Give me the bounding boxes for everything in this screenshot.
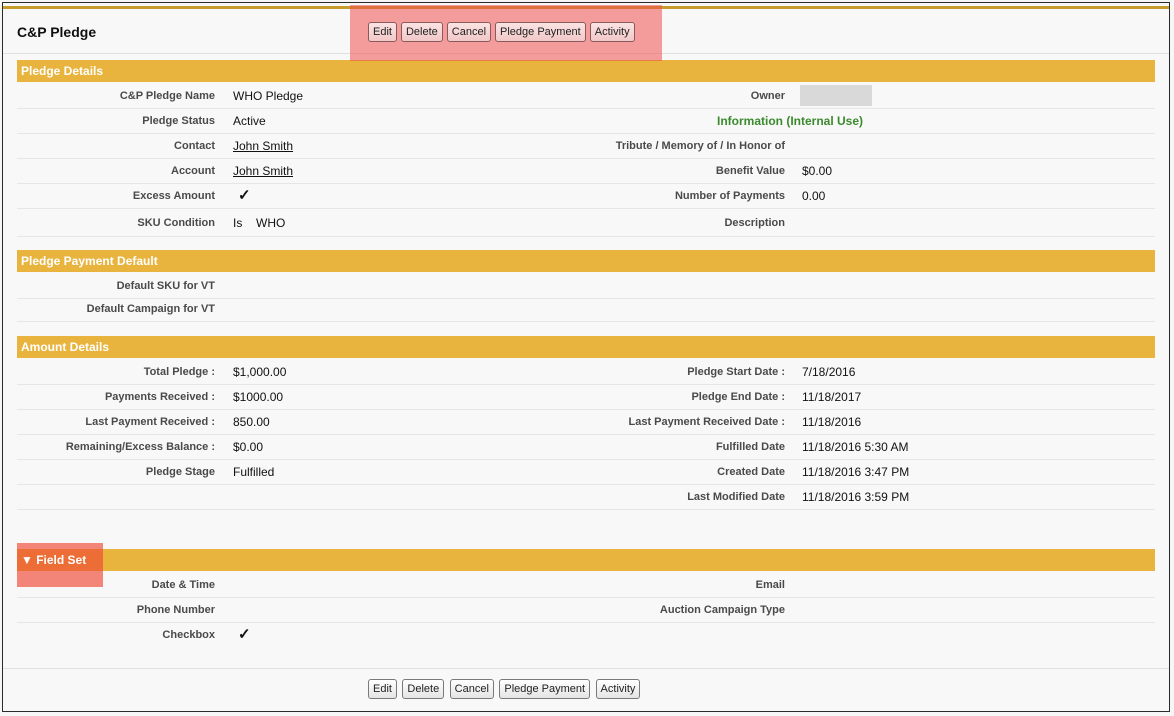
contact-link[interactable]: John Smith [233,139,293,153]
section-field-set[interactable]: ▼ Field Set [17,549,1155,571]
pledge-end-date-label: Pledge End Date : [691,391,785,403]
last-payment-date-value: 11/18/2016 [802,415,862,429]
auction-campaign-type-label: Auction Campaign Type [659,604,785,616]
pledge-stage-label: Pledge Stage [145,466,215,478]
excess-amount-label: Excess Amount [132,190,215,202]
section-amount-details: Amount Details [17,336,1155,358]
sku-condition-value: WHO [256,216,286,230]
number-of-payments-label: Number of Payments [674,190,785,202]
detail-row: Pledge Stage Fulfilled Created Date 11/1… [17,459,1155,485]
email-label: Email [755,579,785,591]
detail-row: Last Payment Received : 850.00 Last Paym… [17,409,1155,435]
delete-button[interactable]: Delete [402,679,445,699]
phone-number-label: Phone Number [136,604,215,616]
activity-button[interactable]: Activity [589,22,635,42]
check-icon: ✓ [238,626,251,643]
fulfilled-date-value: 11/18/2016 5:30 AM [802,440,909,454]
total-pledge-value: $1,000.00 [233,365,287,379]
edit-button[interactable]: Edit [368,679,397,699]
corner-text: ~ ~ ~ ~ ~ ~ [1100,0,1165,6]
pledge-stage-value: Fulfilled [233,465,275,479]
pledge-start-date-label: Pledge Start Date : [687,366,785,378]
activity-button[interactable]: Activity [595,679,641,699]
last-payment-date-label: Last Payment Received Date : [628,416,785,428]
account-link[interactable]: John Smith [233,164,293,178]
pledge-name-label: C&P Pledge Name [119,90,215,102]
benefit-value-label: Benefit Value [715,165,785,177]
detail-row: Checkbox ✓ [17,622,1155,647]
detail-row: Excess Amount ✓ Number of Payments 0.00 [17,183,1155,209]
pledge-start-date-value: 7/18/2016 [802,365,856,379]
detail-row: Contact John Smith Tribute / Memory of /… [17,133,1155,159]
detail-row: SKU Condition Is WHO Description [17,208,1155,237]
pledge-status-label: Pledge Status [142,115,215,127]
section-title: Pledge Payment Default [21,254,158,268]
created-date-value: 11/18/2016 3:47 PM [802,465,910,479]
section-title-toggle[interactable]: ▼ Field Set [21,553,86,567]
detail-row: Default Campaign for VT [17,296,1155,322]
number-of-payments-value: 0.00 [802,189,826,203]
benefit-value: $0.00 [802,164,833,178]
check-icon: ✓ [238,187,251,204]
last-modified-date-value: 11/18/2016 3:59 PM [802,490,910,504]
default-campaign-label: Default Campaign for VT [86,303,215,315]
pledge-payment-button[interactable]: Pledge Payment [499,679,591,699]
default-sku-label: Default SKU for VT [116,280,215,292]
tribute-label: Tribute / Memory of / In Honor of [615,140,785,152]
detail-row: Remaining/Excess Balance : $0.00 Fulfill… [17,434,1155,460]
detail-row: C&P Pledge Name WHO Pledge Owner [17,83,1155,109]
detail-row: Phone Number Auction Campaign Type [17,597,1155,623]
description-label: Description [724,217,785,229]
detail-row: Account John Smith Benefit Value $0.00 [17,158,1155,184]
pledge-status-value: Active [233,114,266,128]
payments-received-value: $1000.00 [233,390,284,404]
created-date-label: Created Date [717,466,785,478]
contact-label: Contact [174,140,215,152]
last-modified-date-label: Last Modified Date [687,491,785,503]
top-button-bar: Edit Delete Cancel Pledge Payment Activity [368,22,639,42]
detail-row: Total Pledge : $1,000.00 Pledge Start Da… [17,359,1155,385]
section-pledge-payment-default: Pledge Payment Default [17,250,1155,272]
pledge-name-value: WHO Pledge [233,89,304,103]
fulfilled-date-label: Fulfilled Date [715,441,785,453]
cancel-button[interactable]: Cancel [449,679,494,699]
cancel-button[interactable]: Cancel [446,22,492,42]
account-label: Account [171,165,215,177]
section-title: Amount Details [21,340,110,354]
payments-received-label: Payments Received : [104,391,215,403]
pledge-end-date-value: 11/18/2017 [802,390,862,404]
checkbox-label: Checkbox [162,629,215,641]
last-payment-received-value: 850.00 [233,415,270,429]
total-pledge-label: Total Pledge : [143,366,215,378]
record-detail-frame: ~ ~ ~ ~ ~ ~ C&P Pledge Edit Delete Cancel P… [2,0,1170,712]
detail-row: Payments Received : $1000.00 Pledge End … [17,384,1155,410]
owner-value-redacted [800,85,872,106]
info-internal-heading: Information (Internal Use) [717,114,864,128]
detail-row: Last Modified Date 11/18/2016 3:59 PM [17,484,1155,510]
section-title: Pledge Details [21,64,104,78]
last-payment-received-label: Last Payment Received : [85,416,215,428]
remaining-balance-value: $0.00 [233,440,264,454]
detail-row: Date & Time Email [17,572,1155,598]
page-title: C&P Pledge [17,24,97,40]
detail-row: Pledge Status Active Information (Intern… [17,108,1155,134]
remaining-balance-label: Remaining/Excess Balance : [65,441,215,453]
section-pledge-details: Pledge Details [17,60,1155,82]
bottom-button-bar: Edit Delete Cancel Pledge Payment Activi… [368,679,641,699]
pledge-payment-button[interactable]: Pledge Payment [495,22,586,42]
delete-button[interactable]: Delete [400,22,443,42]
edit-button[interactable]: Edit [368,22,397,42]
sku-condition-label: SKU Condition [137,217,215,229]
sku-condition-operator: Is [233,216,243,230]
owner-label: Owner [750,90,785,102]
